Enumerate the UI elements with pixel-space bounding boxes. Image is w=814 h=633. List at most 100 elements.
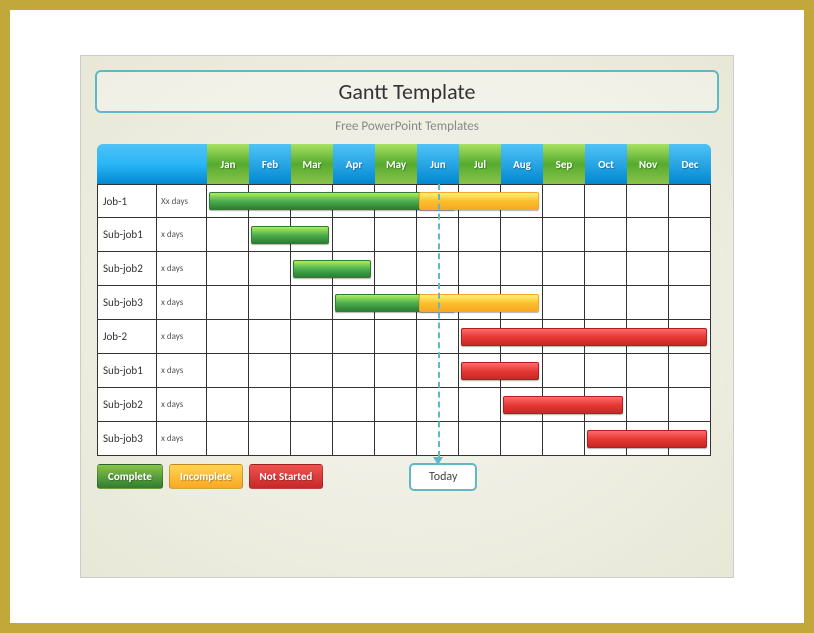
row-label: Sub-job2 — [97, 388, 157, 422]
grid-cell — [249, 422, 291, 456]
month-aug: Aug — [501, 144, 543, 184]
grid-cell — [375, 252, 417, 286]
grid-cell — [501, 422, 543, 456]
header-spacer — [97, 144, 207, 184]
grid-cell — [627, 286, 669, 320]
grid-cell — [291, 354, 333, 388]
grid-cell — [375, 218, 417, 252]
grid-cell — [459, 422, 501, 456]
row-duration: x days — [157, 422, 207, 456]
grid-cell — [249, 354, 291, 388]
gantt-bar — [461, 362, 539, 380]
grid-cell — [207, 320, 249, 354]
grid-cell — [249, 286, 291, 320]
grid-cell — [585, 354, 627, 388]
grid-cell — [585, 252, 627, 286]
grid-cell — [501, 218, 543, 252]
grid-cell — [249, 320, 291, 354]
grid-cell — [291, 286, 333, 320]
gantt-chart: Jan Feb Mar Apr May Jun Jul Aug Sep Oct … — [97, 144, 721, 489]
grid-cell — [627, 218, 669, 252]
row-duration: x days — [157, 354, 207, 388]
gantt-row: Sub-job1x days — [97, 218, 721, 252]
row-duration: x days — [157, 320, 207, 354]
gantt-row: Sub-job2x days — [97, 388, 721, 422]
row-duration: x days — [157, 388, 207, 422]
gantt-row: Job-2x days — [97, 320, 721, 354]
gantt-bar — [419, 192, 539, 210]
month-feb: Feb — [249, 144, 291, 184]
rows-container: Job-1Xx daysSub-job1x daysSub-job2x days… — [97, 184, 721, 456]
grid-cell — [333, 354, 375, 388]
row-label: Sub-job1 — [97, 354, 157, 388]
grid-cell — [669, 388, 711, 422]
grid-cell — [207, 218, 249, 252]
row-duration: Xx days — [157, 184, 207, 218]
grid-cell — [375, 388, 417, 422]
slide-subtitle: Free PowerPoint Templates — [95, 119, 719, 134]
slide: Gantt Template Free PowerPoint Templates… — [80, 55, 734, 578]
today-arrow-icon — [433, 457, 443, 465]
month-mar: Mar — [291, 144, 333, 184]
grid-cell — [375, 320, 417, 354]
legend-notstarted: Not Started — [249, 464, 324, 489]
gantt-row: Sub-job1x days — [97, 354, 721, 388]
grid-cell — [333, 388, 375, 422]
title-box: Gantt Template — [95, 70, 719, 113]
grid-cell — [459, 218, 501, 252]
grid-cell — [501, 252, 543, 286]
row-duration: x days — [157, 218, 207, 252]
outer-frame: Gantt Template Free PowerPoint Templates… — [10, 10, 804, 623]
grid-cell — [375, 422, 417, 456]
month-header-row: Jan Feb Mar Apr May Jun Jul Aug Sep Oct … — [97, 144, 721, 184]
month-may: May — [375, 144, 417, 184]
grid-cell — [291, 422, 333, 456]
today-label: Today — [409, 463, 477, 491]
month-nov: Nov — [627, 144, 669, 184]
row-label: Job-2 — [97, 320, 157, 354]
grid-cell — [459, 252, 501, 286]
grid-cell — [207, 422, 249, 456]
row-label: Sub-job3 — [97, 286, 157, 320]
grid-cell — [627, 354, 669, 388]
month-dec: Dec — [669, 144, 711, 184]
grid-cell — [669, 286, 711, 320]
grid-cell — [207, 354, 249, 388]
grid-cell — [543, 184, 585, 218]
legend-incomplete: Incomplete — [169, 464, 243, 489]
grid-cell — [669, 354, 711, 388]
gantt-bar — [293, 260, 371, 278]
row-label: Sub-job1 — [97, 218, 157, 252]
month-oct: Oct — [585, 144, 627, 184]
gantt-bar — [503, 396, 623, 414]
grid-cell — [669, 184, 711, 218]
month-jan: Jan — [207, 144, 249, 184]
grid-cell — [669, 218, 711, 252]
row-duration: x days — [157, 286, 207, 320]
grid-cell — [543, 218, 585, 252]
grid-cell — [543, 354, 585, 388]
slide-title: Gantt Template — [103, 78, 711, 105]
grid-cell — [585, 218, 627, 252]
gantt-bar — [461, 328, 707, 346]
grid-cell — [333, 422, 375, 456]
gantt-bar — [587, 430, 707, 448]
row-duration: x days — [157, 252, 207, 286]
legend-row: Complete Incomplete Not Started Today — [97, 464, 721, 489]
month-jul: Jul — [459, 144, 501, 184]
grid-cell — [543, 422, 585, 456]
row-label: Job-1 — [97, 184, 157, 218]
gantt-bar — [251, 226, 329, 244]
gantt-row: Sub-job3x days — [97, 286, 721, 320]
month-sep: Sep — [543, 144, 585, 184]
grid-cell — [291, 388, 333, 422]
grid-cell — [585, 286, 627, 320]
grid-cell — [207, 388, 249, 422]
grid-cell — [543, 252, 585, 286]
grid-cell — [333, 320, 375, 354]
grid-cell — [627, 252, 669, 286]
gantt-row: Sub-job2x days — [97, 252, 721, 286]
grid-cell — [669, 252, 711, 286]
grid-cell — [291, 320, 333, 354]
grid-cell — [627, 388, 669, 422]
